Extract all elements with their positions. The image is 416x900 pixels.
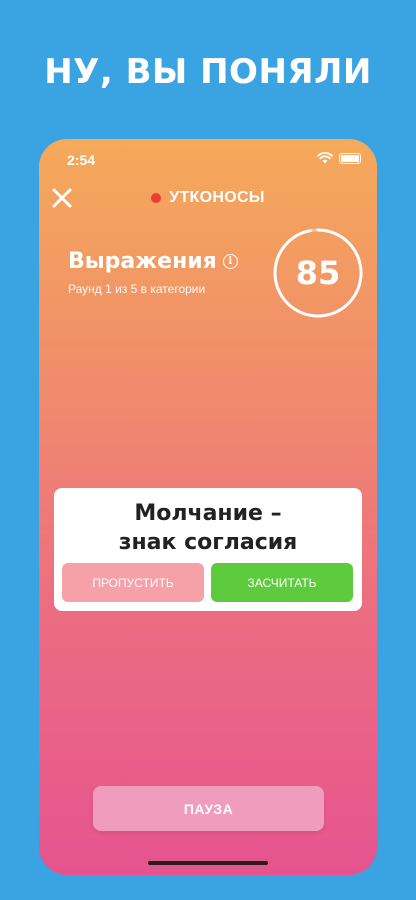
category-header: Выражения i [68, 249, 238, 274]
home-indicator [148, 861, 268, 865]
team-dot-icon [151, 193, 162, 203]
wifi-icon [317, 152, 333, 164]
timer-value: 85 [295, 254, 341, 292]
word-line-2: знак согласия [118, 530, 298, 555]
promo-headline: НУ, ВЫ ПОНЯЛИ [44, 52, 372, 92]
phone-screen: 2:54 УТКОНОСЫ Выражения i Раунд 1 из 5 в… [39, 139, 377, 875]
word-text: Молчание – знак согласия [54, 499, 362, 557]
team-name: УТКОНОСЫ [169, 189, 265, 206]
skip-button[interactable]: ПРОПУСТИТЬ [62, 563, 204, 602]
count-button[interactable]: ЗАСЧИТАТЬ [211, 563, 353, 602]
info-icon[interactable]: i [222, 254, 238, 269]
pause-button[interactable]: ПАУЗА [93, 786, 324, 831]
timer: 85 [272, 227, 364, 319]
status-time: 2:54 [67, 152, 96, 168]
status-bar: 2:54 [39, 139, 377, 179]
round-info: Раунд 1 из 5 в категории [68, 282, 206, 296]
word-card: Молчание – знак согласия ПРОПУСТИТЬ ЗАСЧ… [54, 488, 362, 611]
battery-icon [339, 152, 361, 164]
category-title: Выражения [68, 249, 217, 274]
status-icons [317, 152, 361, 164]
team-indicator: УТКОНОСЫ [39, 189, 377, 207]
word-line-1: Молчание – [134, 501, 282, 526]
